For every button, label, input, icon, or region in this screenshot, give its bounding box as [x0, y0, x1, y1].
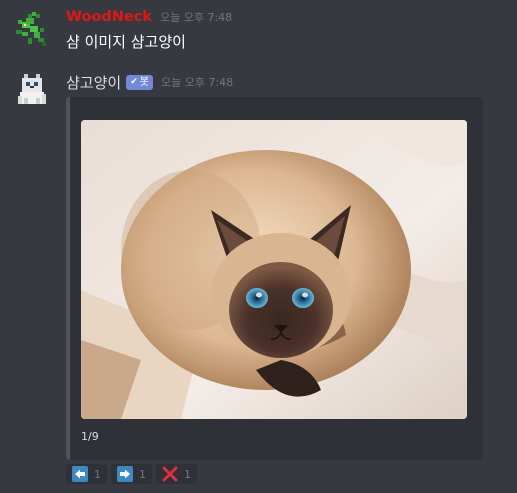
reaction-close[interactable]: 1	[156, 464, 197, 484]
green-lizard-pixel-icon	[16, 12, 46, 46]
bot-badge: ✔ 봇	[126, 74, 153, 90]
user-avatar-woodneck[interactable]	[10, 10, 50, 50]
username[interactable]: 샴고양이	[66, 72, 121, 93]
timestamp: 오늘 오후 7:48	[160, 11, 233, 24]
message-text: 샴 이미지 샴고양이	[66, 33, 186, 51]
arrow-right-icon	[117, 466, 133, 482]
bot-badge-label: 봇	[139, 76, 149, 88]
message-embed: 1/9	[66, 97, 483, 460]
reaction-count: 1	[94, 467, 101, 481]
reaction-next[interactable]: 1	[111, 464, 152, 484]
timestamp: 오늘 오후 7:48	[160, 76, 234, 89]
message-header: 샴고양이 ✔ 봇 오늘 오후 7:48	[66, 72, 233, 92]
message-header: WoodNeck 오늘 오후 7:48	[66, 9, 232, 27]
reaction-count: 1	[184, 467, 191, 481]
reactions-bar: 1 1 1	[66, 464, 197, 484]
siamese-cat-photo	[81, 120, 467, 419]
embed-image[interactable]	[81, 120, 467, 419]
cross-mark-icon	[162, 466, 178, 482]
bot-avatar[interactable]	[12, 70, 52, 110]
reaction-count: 1	[139, 467, 146, 481]
reaction-prev[interactable]: 1	[66, 464, 107, 484]
pixel-cat-icon	[18, 74, 46, 104]
embed-footer: 1/9	[81, 430, 99, 443]
username[interactable]: WoodNeck	[66, 9, 152, 25]
checkmark-icon: ✔	[130, 76, 138, 87]
arrow-left-icon	[72, 466, 88, 482]
